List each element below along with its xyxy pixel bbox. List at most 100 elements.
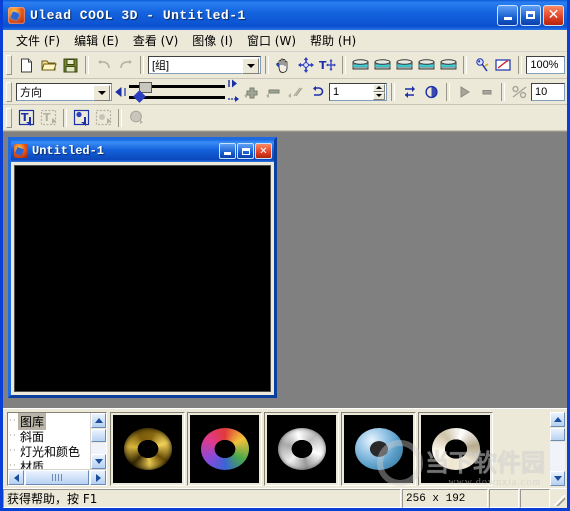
tree-item-bevel[interactable]: ·· 斜面 (9, 429, 90, 444)
document-window[interactable]: Untitled-1 ✕ (8, 137, 277, 398)
view-button-4[interactable] (416, 55, 437, 75)
gallery-thumbnail-strip[interactable]: 当下软件园 www.downxia.com (110, 412, 547, 486)
gallery-thumb-3[interactable] (264, 412, 339, 486)
toolbar-grip[interactable] (6, 107, 12, 128)
circle-frame-button[interactable] (421, 82, 442, 102)
menu-edit[interactable]: 编辑 (E) (67, 30, 126, 51)
property-select-combo[interactable]: 方向 (16, 82, 112, 101)
object-select-combo[interactable]: [组] (148, 56, 262, 74)
scroll-down-button[interactable] (91, 454, 106, 469)
slider-thumb-diamond[interactable] (133, 89, 146, 103)
scale-button[interactable] (285, 82, 306, 102)
maximize-icon (526, 11, 535, 19)
menu-image[interactable]: 图像 (I) (185, 30, 240, 51)
menu-window[interactable]: 窗口 (W) (240, 30, 303, 51)
redo-button[interactable] (115, 55, 136, 75)
rotate-tool-button[interactable] (295, 55, 316, 75)
value-slider-top[interactable] (129, 81, 225, 93)
gallery-category-tree[interactable]: ·· 图库 ·· 斜面 ·· 灯光和颜色 ·· 材质 (7, 412, 107, 486)
object-toolbar: T T (3, 105, 567, 131)
view-button-3[interactable] (394, 55, 415, 75)
edit-text-button[interactable]: T (38, 108, 59, 128)
arrow-right-button[interactable] (226, 92, 240, 106)
view-button-1[interactable] (350, 55, 371, 75)
resize-grip[interactable] (551, 489, 567, 508)
gallery-scroll-thumb[interactable] (550, 428, 565, 441)
tree-item-library[interactable]: ·· 图库 (9, 413, 90, 430)
open-file-button[interactable] (38, 55, 59, 75)
gallery-thumb-1[interactable] (110, 412, 185, 486)
value-slider-bottom[interactable] (129, 89, 225, 103)
sphere-object-button[interactable] (126, 108, 147, 128)
workspace-area[interactable]: Untitled-1 ✕ (3, 131, 567, 408)
swap-frames-button[interactable] (399, 82, 420, 102)
tree-item-material[interactable]: ·· 材质 (9, 459, 90, 469)
minimize-button[interactable] (497, 4, 518, 26)
insert-object-button[interactable] (71, 108, 92, 128)
play-button[interactable] (454, 82, 475, 102)
loop-button[interactable] (307, 82, 328, 102)
document-title-bar[interactable]: Untitled-1 ✕ (11, 140, 274, 162)
edit-object-button[interactable] (93, 108, 114, 128)
scroll-right-button[interactable] (90, 470, 106, 485)
chevron-right-icon (95, 473, 101, 482)
step-right-group (226, 77, 240, 106)
render-canvas[interactable] (14, 165, 271, 392)
view-button-5[interactable] (438, 55, 459, 75)
tree-horizontal-scrollbar[interactable] (8, 469, 106, 485)
vertical-scroll-thumb[interactable] (91, 429, 106, 442)
gallery-scroll-track[interactable] (550, 442, 565, 471)
step-right-button[interactable] (226, 77, 240, 91)
status-bar: 获得帮助，按 F1 256 x 192 (3, 488, 567, 508)
save-file-button[interactable] (60, 55, 81, 75)
percent-button[interactable] (509, 82, 530, 102)
tree-item-lighting-color[interactable]: ·· 灯光和颜色 (9, 444, 90, 459)
preview-button[interactable] (493, 55, 514, 75)
document-close-button[interactable]: ✕ (255, 143, 272, 159)
horizontal-scroll-thumb[interactable] (25, 470, 89, 485)
gallery-scroll-up-button[interactable] (550, 412, 565, 427)
spinner-buttons[interactable] (373, 83, 385, 100)
chevron-down-icon[interactable] (93, 84, 110, 101)
spinner-down-button[interactable] (373, 91, 385, 100)
view-button-2[interactable] (372, 55, 393, 75)
thumb-canvas (190, 415, 259, 483)
pan-tool-button[interactable] (273, 55, 294, 75)
gallery-thumb-5[interactable] (418, 412, 493, 486)
attribute-toolbar: 方向 1 10 (3, 79, 567, 105)
chevron-down-icon (94, 459, 103, 464)
tree-vertical-scrollbar[interactable] (90, 413, 106, 469)
gallery-vertical-scrollbar[interactable] (550, 412, 565, 486)
zoom-level-field[interactable]: 100% (526, 56, 565, 74)
status-cell-b (520, 489, 550, 508)
toolbar-grip[interactable] (6, 55, 12, 75)
remove-button[interactable] (263, 82, 284, 102)
menu-view[interactable]: 查看 (V) (126, 30, 185, 51)
document-minimize-button[interactable] (219, 143, 236, 159)
stop-button[interactable] (476, 82, 497, 102)
chevron-down-icon[interactable] (242, 58, 260, 74)
insert-text-button[interactable]: T (16, 108, 37, 128)
undo-button[interactable] (93, 55, 114, 75)
gallery-thumb-2[interactable] (187, 412, 262, 486)
new-file-button[interactable] (16, 55, 37, 75)
vertical-scroll-track[interactable] (91, 443, 106, 454)
step-left-button[interactable] (113, 82, 128, 102)
scroll-up-button[interactable] (91, 413, 106, 428)
gallery-scroll-down-button[interactable] (550, 471, 565, 486)
eyedropper-button[interactable] (471, 55, 492, 75)
document-maximize-button[interactable] (237, 143, 254, 159)
frame-number-spinner[interactable]: 1 (329, 82, 387, 101)
property-select-value: 方向 (20, 86, 42, 99)
close-button[interactable]: ✕ (543, 4, 564, 26)
spinner-up-button[interactable] (373, 83, 385, 92)
menu-file[interactable]: 文件 (F) (9, 30, 67, 51)
scroll-left-button[interactable] (8, 470, 24, 485)
gallery-thumb-4[interactable] (341, 412, 416, 486)
total-frames-field[interactable]: 10 (531, 82, 565, 101)
toolbar-grip[interactable] (6, 81, 12, 102)
add-button[interactable] (241, 82, 262, 102)
maximize-button[interactable] (520, 4, 541, 26)
text-tool-button[interactable]: T (317, 55, 338, 75)
menu-help[interactable]: 帮助 (H) (303, 30, 363, 51)
